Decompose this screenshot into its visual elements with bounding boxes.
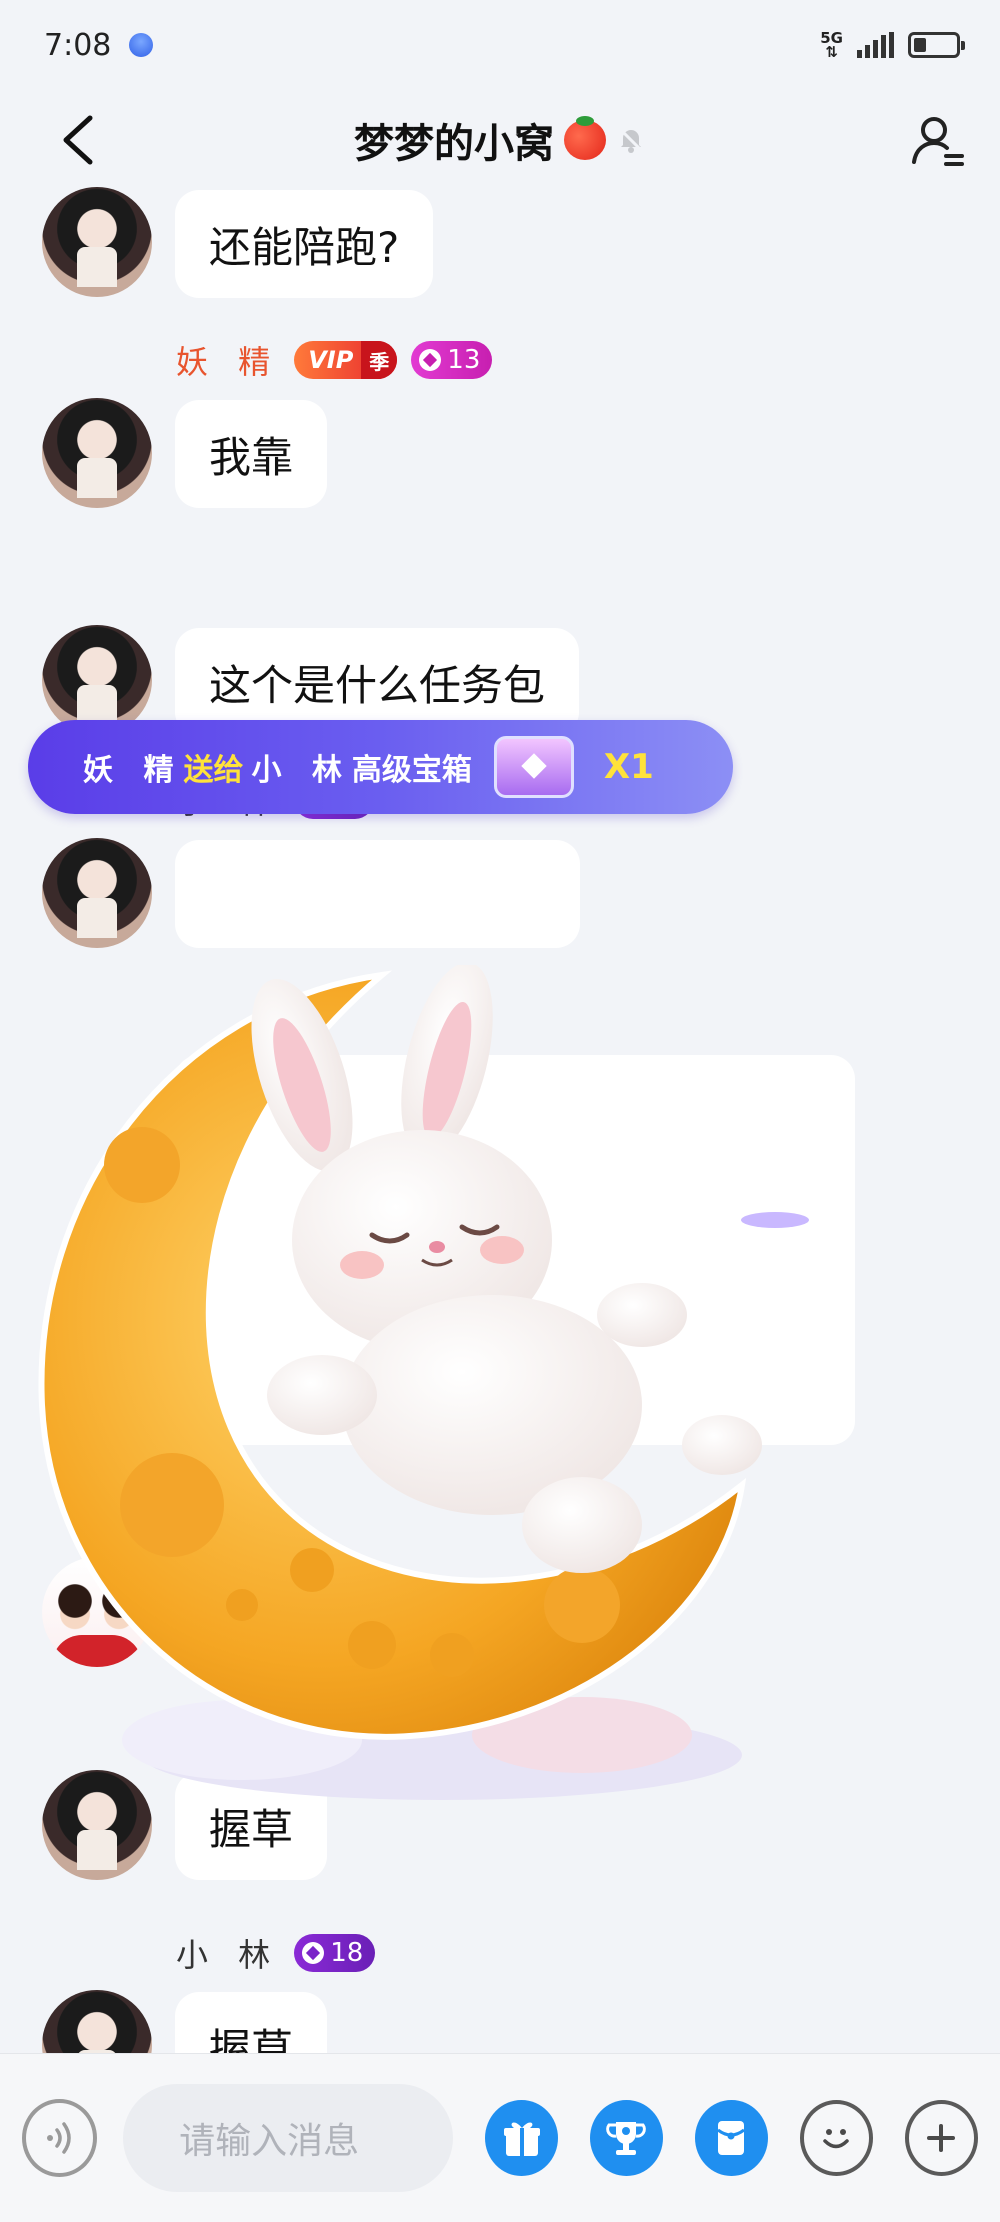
sender-name: 小 林 [176, 1936, 281, 1974]
plus-icon [927, 2124, 956, 2152]
message-text: 还能陪跑? [209, 222, 400, 272]
gift-count: X1 [603, 747, 654, 787]
tomato-emoji-icon [564, 116, 606, 160]
status-right: 5G ⇅ [820, 31, 965, 61]
more-options-button[interactable] [904, 2100, 978, 2176]
gift-name: 高级宝箱 [351, 753, 472, 788]
moon-rabbit-sticker [38, 965, 762, 1800]
sender-row: 小 林 18 [176, 1930, 376, 1976]
sender-name: 妖 精 [176, 343, 281, 381]
gift-button[interactable] [485, 2100, 558, 2176]
gift-receiver: 小 林 [251, 753, 352, 788]
trophy-button[interactable] [589, 2100, 663, 2176]
chat-input-bar: 请输入消息 [0, 2053, 1000, 2222]
status-bar: 7:08 5G ⇅ [0, 0, 1000, 90]
trophy-icon [606, 2122, 647, 2155]
emoji-icon [823, 2129, 849, 2149]
bell-mute-icon [618, 127, 644, 153]
input-placeholder: 请输入消息 [179, 2121, 360, 2162]
page-title: 梦梦的小窝 [354, 121, 554, 167]
vip-label: VIP [308, 346, 354, 374]
avatar[interactable] [42, 838, 152, 948]
red-packet-icon [717, 2121, 746, 2155]
sender-row: 妖 精 VIP 季 13 [176, 337, 493, 383]
message-bubble[interactable] [175, 840, 580, 948]
message-text: 我靠 [209, 432, 294, 482]
level-badge: 13 [411, 341, 493, 379]
avatar[interactable] [42, 187, 152, 297]
diamond-icon [302, 1942, 325, 1964]
vip-season: 季 [361, 341, 398, 379]
message-bubble[interactable]: 握草 [175, 1992, 328, 2054]
network-indicator: 5G ⇅ [820, 31, 843, 61]
diamond-icon [419, 349, 442, 371]
battery-icon [908, 32, 965, 58]
message-bubble[interactable]: 还能陪跑? [175, 190, 434, 298]
status-time: 7:08 [44, 27, 112, 63]
back-button[interactable] [50, 112, 106, 168]
gift-icon [503, 2122, 540, 2156]
title-wrap: 梦梦的小窝 [354, 111, 646, 169]
message-list[interactable]: 还能陪跑? 妖 精 VIP 季 13 我靠 这个是什么任务包 小 林 [0, 185, 1000, 2053]
voice-input-button[interactable] [22, 2099, 98, 2177]
level-badge: 18 [294, 1934, 376, 1972]
voice-wave-icon [46, 2122, 71, 2154]
gift-sender: 妖 精 [83, 753, 184, 788]
status-left: 7:08 [44, 27, 159, 63]
avatar[interactable] [42, 625, 152, 735]
level-value: 18 [330, 1938, 364, 1968]
red-packet-button[interactable] [694, 2100, 768, 2176]
message-text: 这个是什么任务包 [209, 660, 546, 710]
gift-verb: 送给 [183, 753, 244, 788]
message-input[interactable]: 请输入消息 [123, 2084, 454, 2192]
chat-settings-button[interactable] [906, 108, 970, 172]
vip-badge: VIP 季 [294, 341, 398, 379]
app-notification-icon [124, 28, 159, 62]
chevron-left-icon [63, 115, 93, 165]
avatar[interactable] [42, 398, 152, 508]
user-menu-icon [912, 117, 964, 166]
chat-header: 梦梦的小窝 [0, 90, 1000, 190]
gift-announcement-banner: 妖 精 送给 小 林 高级宝箱 X1 [28, 720, 733, 814]
signal-icon [857, 32, 894, 58]
avatar[interactable] [42, 1990, 152, 2053]
message-bubble[interactable]: 我靠 [175, 400, 328, 508]
level-value: 13 [447, 345, 481, 375]
message-text: 握草 [209, 2024, 294, 2054]
network-arrows-icon: ⇅ [825, 43, 838, 61]
emoji-button[interactable] [799, 2100, 873, 2176]
treasure-chest-icon [493, 736, 574, 798]
